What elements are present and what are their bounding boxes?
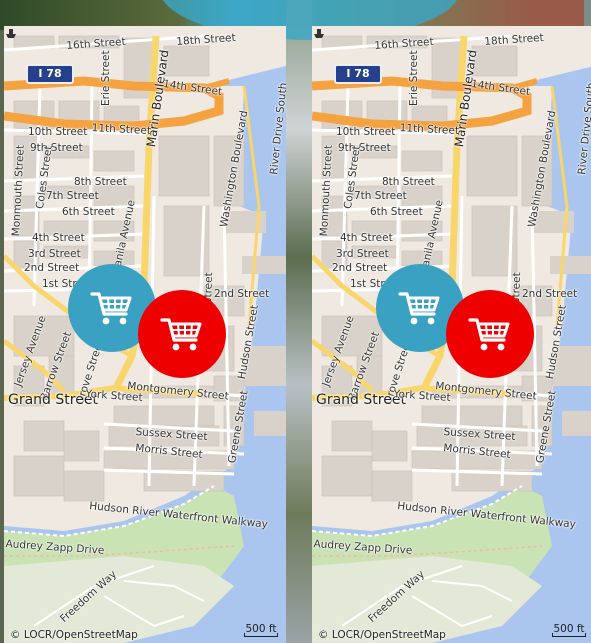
scale-bar: 500 ft	[552, 623, 586, 637]
street-label-6th: 6th Street	[370, 206, 423, 218]
street-label-10th: 10th Street	[28, 126, 88, 138]
shopping-cart-marker-red[interactable]	[138, 290, 226, 378]
map-attribution: © LOCR/OpenStreetMap	[10, 629, 138, 641]
ferry-icon	[314, 29, 324, 38]
map-pane-right[interactable]: I 78 16th Street 18th Street 14th Street Er…	[312, 26, 591, 643]
street-label-6th: 6th Street	[62, 206, 115, 218]
street-label-10th: 10th Street	[336, 126, 396, 138]
street-label-4th: 4th Street	[340, 232, 393, 244]
shopping-cart-icon	[468, 318, 510, 351]
street-label-erie: Erie Street	[408, 50, 420, 106]
street-label-9th: 9th Street	[338, 142, 391, 154]
street-label-3rd: 3rd Street	[336, 248, 389, 260]
highway-shield: I 78	[334, 64, 382, 84]
shopping-cart-icon	[398, 292, 440, 325]
street-label-erie: Erie Street	[100, 50, 112, 106]
street-label-7th: 7th Street	[354, 190, 407, 202]
street-label-2nd-e: 2nd Street	[522, 288, 578, 300]
shopping-cart-icon	[160, 318, 202, 351]
map-attribution: © LOCR/OpenStreetMap	[318, 629, 446, 641]
street-label-8th: 8th Street	[74, 176, 127, 188]
street-label-2nd-e: 2nd Street	[214, 288, 270, 300]
street-label-3rd: 3rd Street	[28, 248, 81, 260]
street-label-9th: 9th Street	[30, 142, 83, 154]
street-label-grand: Grand Street	[316, 392, 406, 408]
street-label-4th: 4th Street	[32, 232, 85, 244]
street-label-2nd: 2nd Street	[24, 262, 80, 274]
shopping-cart-icon	[90, 292, 132, 325]
street-label-2nd: 2nd Street	[332, 262, 388, 274]
highway-shield: I 78	[26, 64, 74, 84]
street-label-7th: 7th Street	[46, 190, 99, 202]
scale-bar: 500 ft	[244, 623, 278, 637]
shopping-cart-marker-red[interactable]	[446, 290, 534, 378]
street-label-8th: 8th Street	[382, 176, 435, 188]
street-label-grand: Grand Street	[8, 392, 98, 408]
ferry-icon	[6, 29, 16, 38]
map-pane-left[interactable]: I 78 16th Street 18th Street 14th Street Er…	[4, 26, 286, 643]
